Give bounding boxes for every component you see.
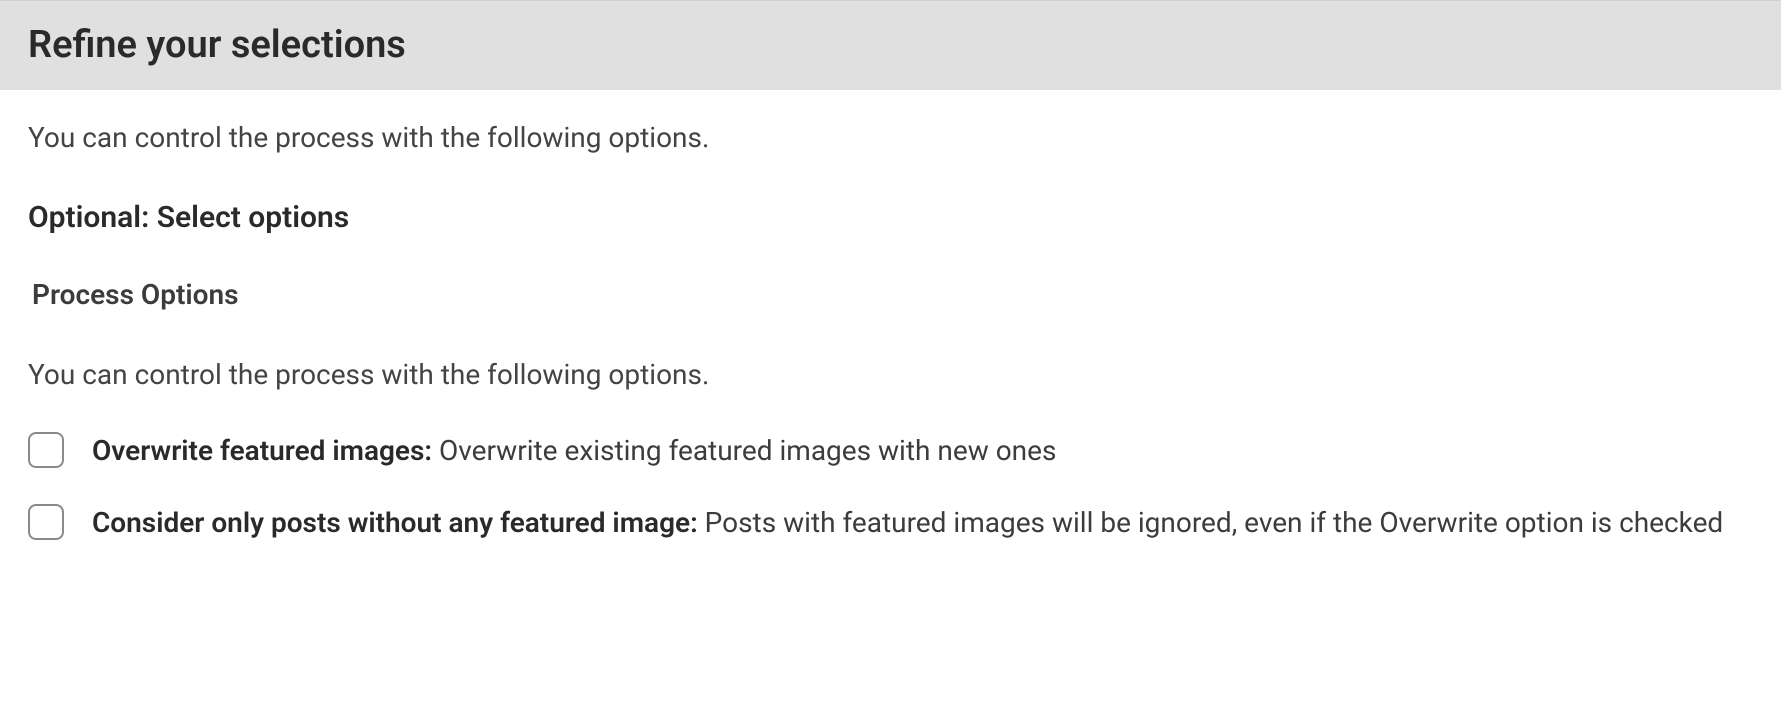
- label-consider-only-rest: Posts with featured images will be ignor…: [698, 506, 1724, 539]
- label-consider-only-bold: Consider only posts without any featured…: [92, 506, 698, 539]
- process-options-heading: Process Options: [32, 275, 1753, 314]
- section-title: Refine your selections: [28, 19, 1753, 72]
- label-consider-only[interactable]: Consider only posts without any featured…: [92, 502, 1723, 544]
- subheading-optional: Optional: Select options: [28, 197, 1753, 239]
- section-header: Refine your selections: [0, 0, 1781, 90]
- process-options-description: You can control the process with the fol…: [28, 355, 1753, 394]
- description-text: You can control the process with the fol…: [28, 118, 1753, 157]
- label-overwrite[interactable]: Overwrite featured images: Overwrite exi…: [92, 430, 1056, 472]
- option-overwrite-featured: Overwrite featured images: Overwrite exi…: [28, 430, 1753, 472]
- label-overwrite-bold: Overwrite featured images:: [92, 434, 432, 467]
- option-consider-only: Consider only posts without any featured…: [28, 502, 1753, 544]
- checkbox-overwrite[interactable]: [28, 432, 64, 468]
- label-overwrite-rest: Overwrite existing featured images with …: [432, 434, 1056, 467]
- content-area: You can control the process with the fol…: [0, 90, 1781, 594]
- checkbox-consider-only[interactable]: [28, 504, 64, 540]
